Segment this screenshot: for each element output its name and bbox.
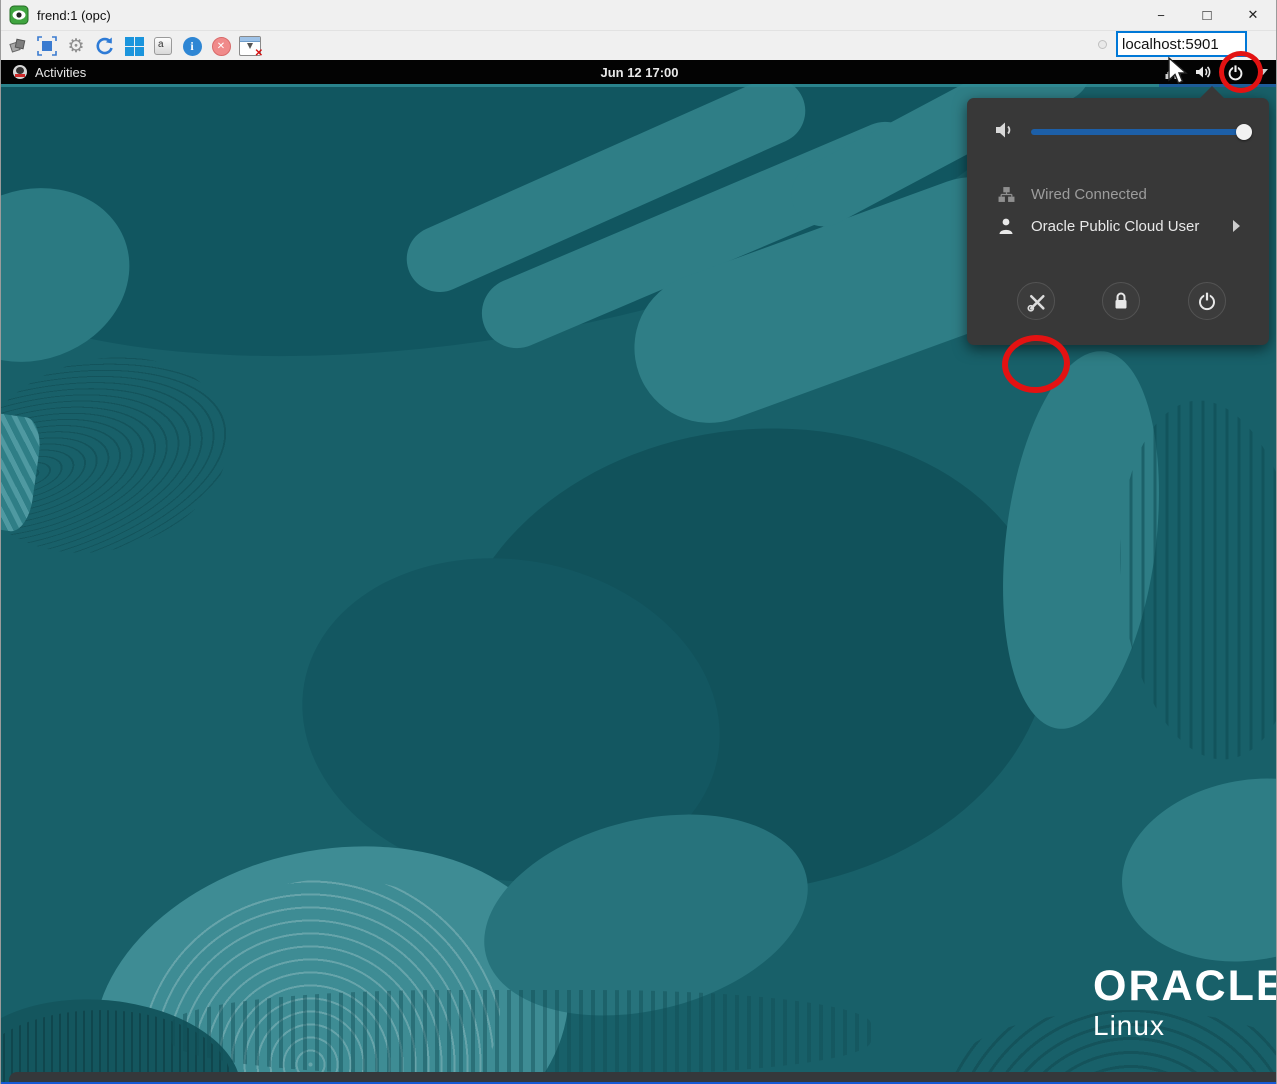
maximize-button[interactable]: □ [1184, 0, 1230, 30]
mouse-cursor [1167, 56, 1191, 88]
oracle-linux-logo: ORACLE Linux [1093, 965, 1277, 1042]
new-connection-button[interactable] [7, 35, 29, 57]
activities-button[interactable]: Activities [13, 65, 86, 80]
wired-status-label: Wired Connected [1031, 186, 1147, 203]
tightvnc-app-icon [9, 5, 29, 25]
system-menu: Wired Connected Oracle Public Cloud User [967, 98, 1269, 345]
fullscreen-icon [37, 36, 57, 56]
info-icon: i [183, 37, 202, 56]
linux-wordmark: Linux [1093, 1010, 1277, 1042]
clock[interactable]: Jun 12 17:00 [1, 65, 1277, 80]
file-transfer-button[interactable]: ✕ [239, 35, 261, 57]
user-name-label: Oracle Public Cloud User [1031, 218, 1199, 235]
oracle-wordmark: ORACLE [1093, 965, 1277, 1008]
annotation-circle-power [1219, 51, 1263, 93]
menu-pointer-arrow [1200, 86, 1224, 98]
window-list-panel[interactable] [9, 1072, 1277, 1082]
unavailable-badge: ✕ [255, 48, 263, 59]
settings-tools-icon [1026, 291, 1047, 312]
power-icon [1197, 291, 1217, 311]
volume-icon [1195, 64, 1213, 80]
distro-icon [13, 65, 27, 79]
windows-logo-icon [125, 37, 144, 56]
connection-options-button[interactable]: ⚙ [65, 35, 87, 57]
address-grip-dot [1098, 40, 1107, 49]
title-bar: frend:1 (opc) − □ ✕ [1, 0, 1276, 30]
activities-label: Activities [35, 65, 86, 80]
vnc-server-address-input[interactable] [1116, 31, 1247, 57]
wired-network-item[interactable]: Wired Connected [967, 182, 1269, 206]
window-title: frend:1 (opc) [37, 8, 111, 23]
vnc-toolbar: ⚙ a i ✕ ✕ [1, 30, 1276, 61]
power-button[interactable] [1188, 282, 1226, 320]
connection-info-button[interactable]: i [181, 35, 203, 57]
lock-icon [1112, 291, 1130, 311]
alt-key-icon: a [154, 37, 172, 55]
wired-icon [998, 186, 1015, 203]
refresh-screen-button[interactable] [94, 35, 116, 57]
settings-button[interactable] [1017, 282, 1055, 320]
window-controls: − □ ✕ [1138, 0, 1276, 30]
gear-icon: ⚙ [67, 37, 84, 56]
refresh-icon [95, 36, 115, 56]
user-menu-item[interactable]: Oracle Public Cloud User [967, 214, 1269, 238]
menu-button-row [967, 282, 1269, 324]
volume-row [967, 116, 1269, 148]
close-x-icon: ✕ [212, 37, 231, 56]
lock-button[interactable] [1102, 282, 1140, 320]
volume-slider-handle[interactable] [1236, 124, 1252, 140]
remote-desktop: ORACLE Linux Activities Jun 12 17:00 [1, 60, 1277, 1084]
close-button[interactable]: ✕ [1230, 0, 1276, 30]
gnome-top-bar: Activities Jun 12 17:00 [1, 60, 1277, 84]
send-alt-button[interactable]: a [152, 35, 174, 57]
file-transfer-icon: ✕ [239, 36, 261, 56]
volume-slider[interactable] [1031, 129, 1245, 135]
user-icon [998, 217, 1014, 235]
submenu-arrow-icon [1233, 220, 1240, 232]
cubes-icon [8, 36, 28, 56]
minimize-button[interactable]: − [1138, 0, 1184, 30]
ctrl-alt-del-button[interactable] [123, 35, 145, 57]
disconnect-button[interactable]: ✕ [210, 35, 232, 57]
fullscreen-button[interactable] [36, 35, 58, 57]
vnc-viewer-window: frend:1 (opc) − □ ✕ ⚙ [0, 0, 1277, 1084]
speaker-icon [995, 120, 1017, 140]
